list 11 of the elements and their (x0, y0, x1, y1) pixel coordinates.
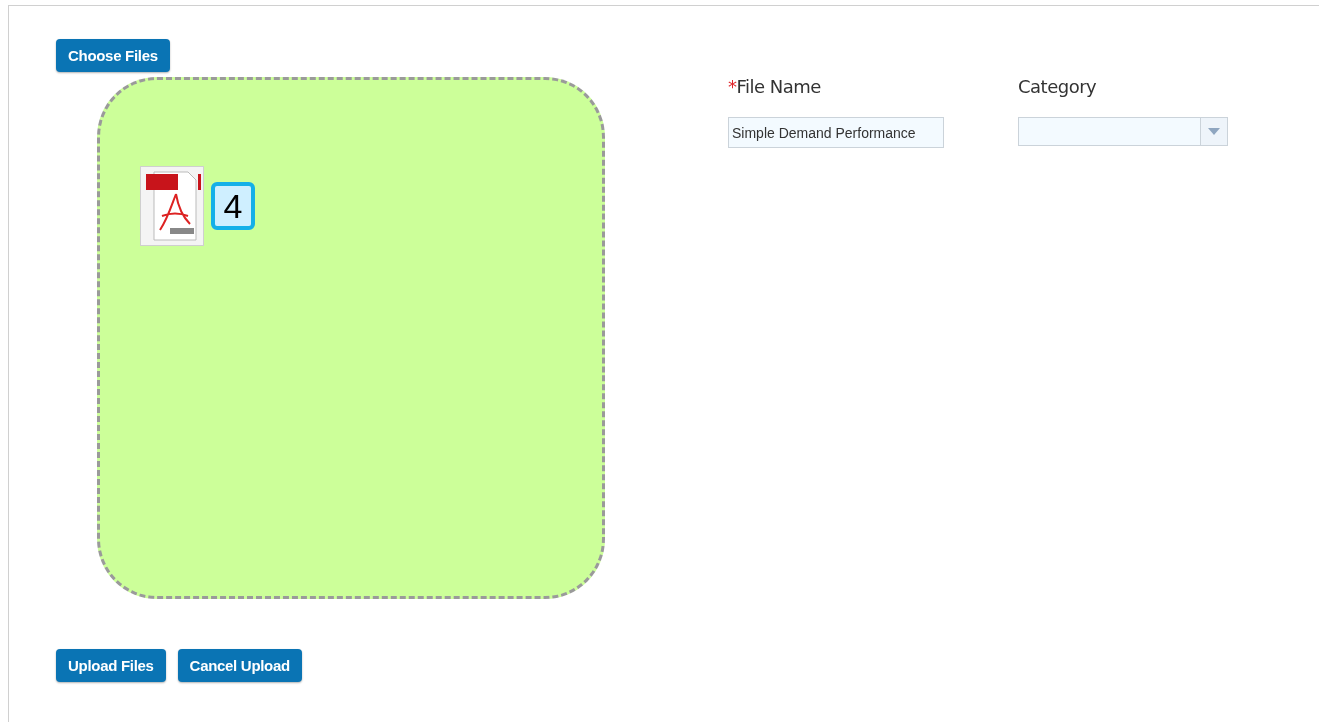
file-name-field[interactable]: Simple Demand Performance (728, 117, 944, 148)
required-asterisk: * (728, 76, 737, 97)
drop-zone[interactable]: 4 (97, 77, 605, 599)
field-label: Category (1018, 76, 1098, 99)
caret-icon (1208, 128, 1220, 135)
choose-files-button[interactable]: Choose Files (56, 39, 170, 72)
pdf-file-icon[interactable] (140, 166, 204, 246)
cancel-upload-button[interactable]: Cancel Upload (177, 649, 302, 682)
field-label: *File Name (728, 76, 822, 99)
number-badge: 4 (211, 182, 255, 230)
upload-files-button[interactable]: Upload Files (56, 649, 166, 682)
